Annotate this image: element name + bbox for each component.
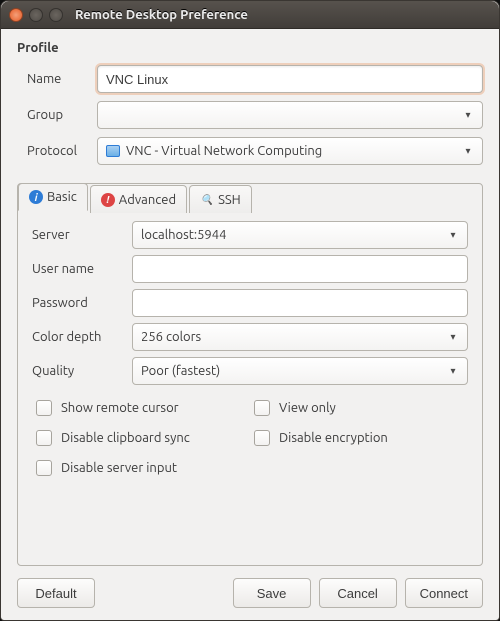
tab-ssh-label: SSH (218, 193, 241, 207)
titlebar: Remote Desktop Preference (1, 1, 499, 29)
checkbox-disable-server-input[interactable] (36, 460, 52, 476)
row-colordepth: Color depth 256 colors ▾ (32, 323, 468, 351)
protocol-combo-text: VNC - Virtual Network Computing (126, 144, 322, 158)
protocol-combo[interactable]: VNC - Virtual Network Computing ▾ (97, 137, 483, 165)
check-disable-server-input[interactable]: Disable server input (32, 453, 250, 483)
window-close-button[interactable] (9, 8, 23, 22)
tab-basic-label: Basic (47, 190, 77, 204)
quality-combo-text: Poor (fastest) (141, 364, 220, 378)
checkbox-disable-encryption[interactable] (254, 430, 270, 446)
username-input[interactable] (132, 255, 468, 283)
username-label: User name (32, 262, 132, 276)
password-label: Password (32, 296, 132, 310)
checkbox-disable-clipboard-sync[interactable] (36, 430, 52, 446)
colordepth-combo-text: 256 colors (141, 330, 201, 344)
row-protocol: Protocol VNC - Virtual Network Computing… (17, 137, 483, 165)
tabstrip: i Basic ! Advanced 🔍 SSH (18, 183, 468, 211)
checkbox-view-only[interactable] (254, 400, 270, 416)
quality-combo[interactable]: Poor (fastest) ▾ (132, 357, 468, 385)
group-label: Group (17, 108, 97, 122)
checkbox-show-remote-cursor[interactable] (36, 400, 52, 416)
colordepth-label: Color depth (32, 330, 132, 344)
window-title: Remote Desktop Preference (75, 8, 248, 22)
row-group: Group ▾ (17, 101, 483, 129)
server-combo[interactable]: localhost:5944 ▾ (132, 221, 468, 249)
window-minimize-button[interactable] (29, 8, 43, 22)
row-quality: Quality Poor (fastest) ▾ (32, 357, 468, 385)
quality-label: Quality (32, 364, 132, 378)
connect-button[interactable]: Connect (405, 578, 483, 608)
check-disable-encryption[interactable]: Disable encryption (250, 423, 468, 453)
save-button[interactable]: Save (233, 578, 311, 608)
profile-heading: Profile (17, 41, 483, 55)
row-server: Server localhost:5944 ▾ (32, 221, 468, 249)
chevron-down-icon: ▾ (445, 331, 461, 343)
check-disable-clipboard-sync[interactable]: Disable clipboard sync (32, 423, 250, 453)
group-combo[interactable]: ▾ (97, 101, 483, 129)
info-icon: i (29, 190, 43, 204)
tab-basic[interactable]: i Basic (18, 183, 88, 211)
check-view-only[interactable]: View only (250, 393, 468, 423)
warning-icon: ! (101, 193, 115, 207)
window-maximize-button[interactable] (49, 8, 63, 22)
row-password: Password (32, 289, 468, 317)
name-label: Name (17, 72, 97, 86)
tab-ssh[interactable]: 🔍 SSH (189, 185, 252, 213)
check-disable-clipboard-sync-label: Disable clipboard sync (61, 431, 190, 445)
name-input[interactable] (97, 65, 483, 93)
footer-spacer (103, 578, 225, 608)
row-username: User name (32, 255, 468, 283)
check-disable-encryption-label: Disable encryption (279, 431, 388, 445)
protocol-label: Protocol (17, 144, 97, 158)
check-show-remote-cursor[interactable]: Show remote cursor (32, 393, 250, 423)
server-combo-text: localhost:5944 (141, 228, 226, 242)
check-view-only-label: View only (279, 401, 336, 415)
chevron-down-icon: ▾ (445, 365, 461, 377)
preference-window: Remote Desktop Preference Profile Name G… (0, 0, 500, 621)
cancel-button[interactable]: Cancel (319, 578, 397, 608)
footer-buttons: Default Save Cancel Connect (17, 578, 483, 608)
row-name: Name (17, 65, 483, 93)
colordepth-combo[interactable]: 256 colors ▾ (132, 323, 468, 351)
tab-advanced-label: Advanced (119, 193, 176, 207)
checkbox-grid: Show remote cursor View only Disable cli… (32, 393, 468, 483)
content-area: Profile Name Group ▾ Protocol VNC - Virt… (1, 29, 499, 620)
server-label: Server (32, 228, 132, 242)
check-disable-server-input-label: Disable server input (61, 461, 177, 475)
default-button[interactable]: Default (17, 578, 95, 608)
chevron-down-icon: ▾ (445, 229, 461, 241)
search-icon: 🔍 (200, 193, 214, 207)
check-show-remote-cursor-label: Show remote cursor (61, 401, 179, 415)
monitor-icon (106, 145, 120, 157)
tabs-container: i Basic ! Advanced 🔍 SSH Server localhos… (17, 183, 483, 566)
password-input[interactable] (132, 289, 468, 317)
tab-advanced[interactable]: ! Advanced (90, 185, 187, 213)
chevron-down-icon: ▾ (460, 145, 476, 157)
chevron-down-icon: ▾ (460, 109, 476, 121)
